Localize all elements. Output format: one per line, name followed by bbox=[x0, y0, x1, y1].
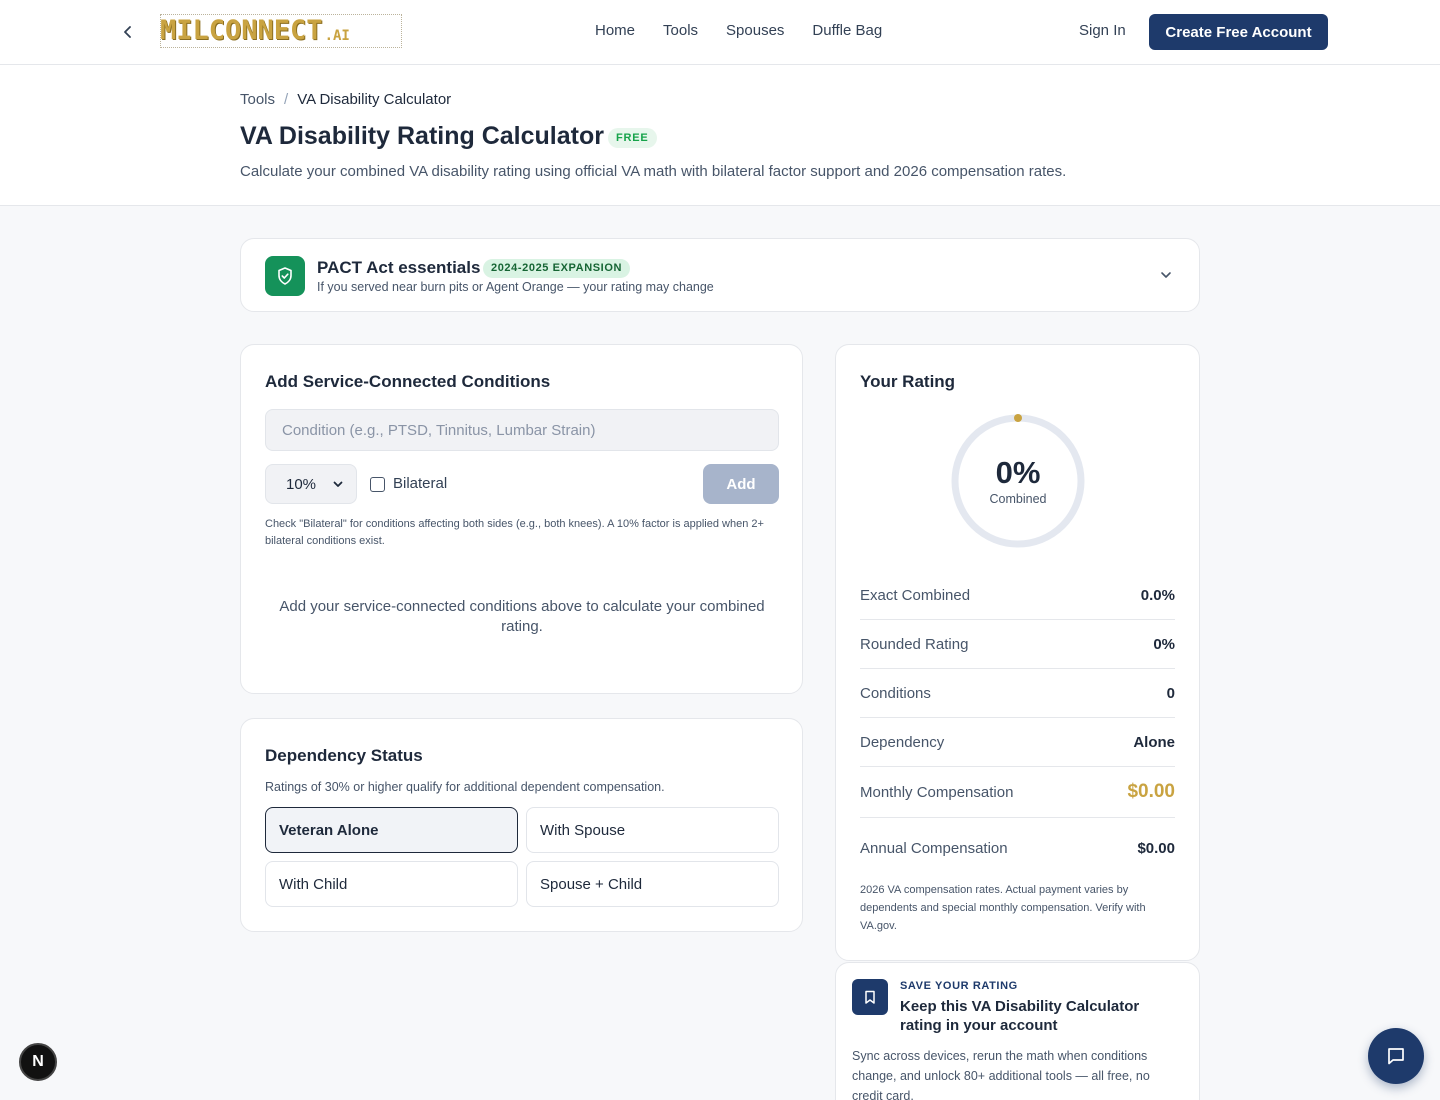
condition-name-input[interactable] bbox=[265, 409, 779, 451]
stat-row-conditions: Conditions 0 bbox=[860, 669, 1175, 718]
bilateral-checkbox[interactable] bbox=[370, 477, 385, 492]
dev-tools-badge[interactable]: N bbox=[19, 1043, 57, 1081]
breadcrumb-tools-link[interactable]: Tools bbox=[240, 91, 275, 108]
stat-value: 0.0% bbox=[1140, 586, 1175, 604]
page-heading-section: Tools / VA Disability Calculator VA Disa… bbox=[0, 65, 1440, 206]
dependency-option-veteran-alone[interactable]: Veteran Alone bbox=[265, 807, 518, 853]
chevron-left-icon bbox=[124, 26, 131, 38]
create-free-account-button[interactable]: Create Free Account bbox=[1149, 14, 1328, 50]
add-conditions-card: Add Service-Connected Conditions 10% Bil… bbox=[240, 344, 803, 694]
stat-value: 0 bbox=[1166, 684, 1175, 702]
top-navigation-bar: MILCONNECT .AI Home Tools Spouses Duffle… bbox=[0, 0, 1440, 65]
stat-label: Conditions bbox=[860, 684, 931, 702]
save-rating-card: SAVE YOUR RATING Keep this VA Disability… bbox=[835, 962, 1200, 1100]
stat-value: 0% bbox=[1153, 635, 1175, 653]
shield-check-icon bbox=[265, 256, 305, 296]
chat-button[interactable] bbox=[1368, 1028, 1424, 1084]
bookmark-icon bbox=[852, 979, 888, 1015]
logo-frame bbox=[160, 14, 402, 48]
dependency-option-spouse-child[interactable]: Spouse + Child bbox=[526, 861, 779, 907]
breadcrumb-current: VA Disability Calculator bbox=[297, 91, 452, 108]
page-subtitle: Calculate your combined VA disability ra… bbox=[240, 163, 1067, 180]
conditions-empty-state: Add your service-connected conditions ab… bbox=[279, 598, 765, 635]
pact-expansion-badge: 2024-2025 EXPANSION bbox=[483, 259, 631, 278]
save-title: Keep this VA Disability Calculator ratin… bbox=[900, 998, 1140, 1034]
ring-progress-dot bbox=[1014, 414, 1022, 422]
back-button[interactable] bbox=[116, 20, 140, 44]
primary-nav: Home Tools Spouses Duffle Bag bbox=[595, 22, 882, 39]
stat-value: Alone bbox=[1133, 733, 1175, 751]
dependency-option-with-child[interactable]: With Child bbox=[265, 861, 518, 907]
rating-card-title: Your Rating bbox=[860, 372, 956, 391]
nav-link-home[interactable]: Home bbox=[595, 22, 635, 39]
pact-title: PACT Act essentials bbox=[317, 258, 481, 277]
combined-rating-value: 0% bbox=[995, 455, 1041, 490]
stat-row-monthly-compensation: Monthly Compensation $0.00 bbox=[860, 767, 1175, 818]
dependency-status-card: Dependency Status Ratings of 30% or high… bbox=[240, 718, 803, 932]
free-badge: FREE bbox=[608, 128, 657, 148]
stat-row-rounded-rating: Rounded Rating 0% bbox=[860, 620, 1175, 669]
stat-label: Monthly Compensation bbox=[860, 783, 1014, 801]
chevron-down-icon[interactable] bbox=[1158, 267, 1174, 283]
milconnect-logo[interactable]: MILCONNECT .AI bbox=[160, 14, 402, 48]
combined-rating-label: Combined bbox=[989, 492, 1047, 506]
dependency-card-title: Dependency Status bbox=[265, 746, 423, 765]
stat-label: Exact Combined bbox=[860, 586, 971, 604]
rating-percent-value: 10% bbox=[286, 475, 317, 493]
pact-act-accordion[interactable]: PACT Act essentials 2024-2025 EXPANSION … bbox=[240, 238, 1200, 312]
save-eyebrow: SAVE YOUR RATING bbox=[900, 980, 1018, 992]
page-title: VA Disability Rating Calculator bbox=[240, 122, 604, 150]
add-condition-button[interactable]: Add bbox=[703, 464, 779, 504]
rating-percent-select[interactable]: 10% bbox=[265, 464, 357, 504]
stat-label: Dependency bbox=[860, 733, 945, 751]
chat-bubble-icon bbox=[1388, 1048, 1404, 1065]
save-body: Sync across devices, rerun the math when… bbox=[852, 1049, 1150, 1100]
bilateral-help-text: Check "Bilateral" for conditions affecti… bbox=[265, 518, 764, 547]
breadcrumb: Tools / VA Disability Calculator bbox=[240, 91, 451, 108]
your-rating-card: Your Rating 0% Combined Exact Combined 0… bbox=[835, 344, 1200, 961]
stat-value: $0.00 bbox=[1137, 839, 1175, 857]
stat-label: Annual Compensation bbox=[860, 839, 1008, 857]
nav-link-tools[interactable]: Tools bbox=[663, 22, 698, 39]
breadcrumb-separator: / bbox=[284, 91, 289, 108]
monthly-compensation-value: $0.00 bbox=[1127, 781, 1175, 802]
bilateral-label[interactable]: Bilateral bbox=[393, 475, 447, 492]
stat-row-exact-combined: Exact Combined 0.0% bbox=[860, 571, 1175, 620]
dependency-subtitle: Ratings of 30% or higher qualify for add… bbox=[265, 780, 665, 794]
dependency-option-with-spouse[interactable]: With Spouse bbox=[526, 807, 779, 853]
compensation-rates-note: 2026 VA compensation rates. Actual payme… bbox=[860, 884, 1146, 932]
stat-label: Rounded Rating bbox=[860, 635, 969, 653]
stat-row-dependency: Dependency Alone bbox=[860, 718, 1175, 767]
stat-row-annual-compensation: Annual Compensation $0.00 bbox=[860, 823, 1175, 873]
conditions-card-title: Add Service-Connected Conditions bbox=[265, 372, 551, 391]
chevron-down-icon bbox=[333, 481, 343, 487]
pact-subtitle: If you served near burn pits or Agent Or… bbox=[317, 280, 714, 294]
nav-link-spouses[interactable]: Spouses bbox=[726, 22, 784, 39]
nav-link-duffle-bag[interactable]: Duffle Bag bbox=[812, 22, 882, 39]
sign-in-link[interactable]: Sign In bbox=[1079, 22, 1126, 39]
